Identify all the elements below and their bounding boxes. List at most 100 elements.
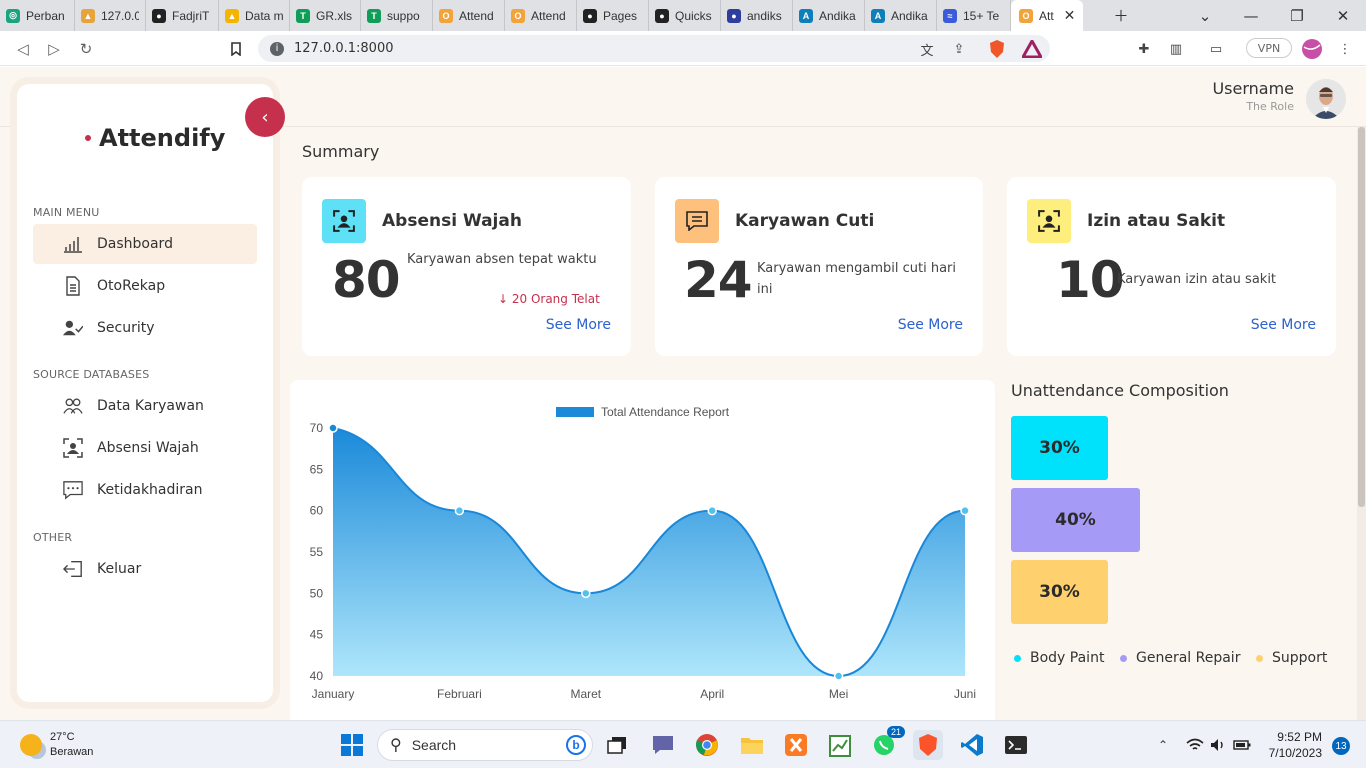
browser-tab[interactable]: ● Quicks — [649, 0, 721, 31]
whatsapp-icon[interactable]: 21 — [869, 726, 905, 760]
tab-favicon-icon: ▲ — [225, 8, 239, 23]
file-explorer-icon[interactable] — [737, 730, 767, 760]
browser-tab[interactable]: ● andiks — [721, 0, 793, 31]
sidebar-toggle-icon[interactable]: ▥ — [1164, 37, 1188, 61]
page-scrollbar[interactable] — [1357, 127, 1366, 720]
close-window-button[interactable]: ✕ — [1325, 0, 1361, 31]
brave-browser-icon[interactable] — [913, 730, 943, 760]
chrome-icon[interactable] — [692, 730, 722, 760]
unattendance-bar: 30% — [1011, 416, 1108, 480]
tab-favicon-icon: O — [511, 8, 525, 23]
wallet-icon[interactable]: ▭ — [1204, 37, 1228, 61]
browser-tab[interactable]: ● Pages — [577, 0, 649, 31]
notification-badge[interactable]: 13 — [1332, 737, 1350, 755]
avatar[interactable] — [1306, 79, 1346, 119]
brand-name: Attendify — [99, 124, 226, 152]
see-more-link[interactable]: See More — [898, 317, 963, 333]
tab-title: Attend — [531, 8, 566, 23]
vpn-button[interactable]: VPN — [1246, 38, 1292, 58]
y-tick-label: 45 — [310, 628, 324, 642]
search-placeholder: Search — [411, 737, 457, 753]
chevron-up-icon[interactable]: ⌃ — [1148, 730, 1178, 760]
x-tick-label: April — [700, 687, 724, 701]
brave-shields-icon[interactable] — [985, 37, 1009, 61]
site-info-icon[interactable]: i — [270, 41, 284, 56]
weather-desc: Berawan — [50, 746, 94, 758]
extensions-icon[interactable]: ✚ — [1132, 37, 1156, 61]
sidebar-item-data-karyawan[interactable]: Data Karyawan — [33, 386, 257, 426]
profile-icon[interactable] — [1300, 37, 1324, 61]
terminal-icon[interactable] — [1001, 730, 1031, 760]
y-tick-label: 40 — [310, 669, 324, 683]
battery-icon[interactable] — [1227, 730, 1257, 760]
browser-menu-icon[interactable]: ⋮ — [1333, 37, 1357, 61]
browser-tab-active[interactable]: O Att ✕ — [1011, 0, 1084, 31]
sidebar-item-label: Dashboard — [97, 236, 173, 252]
x-tick-label: Maret — [570, 687, 601, 701]
vscode-icon[interactable] — [957, 730, 987, 760]
tab-title: 15+ Te — [963, 8, 1000, 23]
sidebar-item-keluar[interactable]: Keluar — [33, 549, 257, 589]
browser-tab[interactable]: O Attend — [505, 0, 577, 31]
brand-logo[interactable]: Attendify — [85, 124, 225, 152]
brave-rewards-icon[interactable] — [1020, 37, 1044, 61]
browser-tab[interactable]: ≈15+ Te — [937, 0, 1011, 31]
back-icon[interactable]: ◁ — [12, 38, 34, 60]
sidebar-item-ketidakhadiran[interactable]: Ketidakhadiran — [33, 470, 257, 510]
see-more-link[interactable]: See More — [1251, 317, 1316, 333]
task-view-icon[interactable] — [602, 730, 632, 760]
sidebar-item-dashboard[interactable]: Dashboard — [33, 224, 257, 264]
close-tab-icon[interactable]: ✕ — [1064, 7, 1076, 24]
system-clock[interactable]: 9:52 PM 7/10/2023 — [1269, 729, 1322, 761]
tab-title: Attend — [459, 8, 494, 23]
attendance-area-chart: Total Attendance Report 70 65 60 55 50 45 40 Jan… — [310, 405, 976, 701]
sidebar-item-otorekap[interactable]: OtoRekap — [33, 266, 257, 306]
windows-start-icon[interactable] — [337, 730, 367, 760]
see-more-link[interactable]: See More — [546, 317, 611, 333]
translate-icon[interactable]: 文 — [915, 37, 939, 61]
weather-cloud-sun-icon — [20, 734, 42, 756]
sidebar-item-label: Data Karyawan — [97, 398, 204, 414]
xampp-icon[interactable] — [781, 730, 811, 760]
browser-tab[interactable]: ▲ 127.0.0 — [75, 0, 146, 31]
data-point — [328, 423, 338, 433]
browser-tab[interactable]: A Andika — [865, 0, 937, 31]
spreadsheet-app-icon[interactable] — [825, 730, 855, 760]
tab-search-icon[interactable]: ⌄ — [1187, 0, 1223, 31]
browser-tab[interactable]: ● FadjriT — [146, 0, 219, 31]
share-icon[interactable]: ⇪ — [947, 37, 971, 61]
tab-title: andiks — [747, 8, 782, 23]
user-role: The Role — [1246, 100, 1294, 113]
browser-tab-strip: ◎ Perban ▲ 127.0.0 ● FadjriT ▲ Data m T GR.xls Tsu… — [0, 0, 1366, 31]
new-tab-button[interactable]: ＋ — [1103, 0, 1139, 31]
card-value: 10 — [1056, 251, 1125, 309]
minimize-window-button[interactable]: — — [1233, 0, 1269, 31]
user-info[interactable]: Username The Role — [1212, 79, 1294, 113]
sidebar-item-absensi-wajah[interactable]: Absensi Wajah — [33, 428, 257, 468]
browser-tab[interactable]: Tsuppo — [361, 0, 433, 31]
forward-icon[interactable]: ▷ — [43, 38, 65, 60]
taskbar-search[interactable]: ⚲ Search b — [377, 729, 593, 761]
y-tick-label: 65 — [310, 462, 324, 476]
reload-icon[interactable]: ↻ — [75, 38, 97, 60]
unattendance-title: Unattendance Composition — [1011, 381, 1229, 400]
browser-tab[interactable]: A Andika — [793, 0, 865, 31]
restore-window-button[interactable]: ❐ — [1279, 0, 1315, 31]
browser-tab[interactable]: T GR.xls — [290, 0, 361, 31]
bar-chart-icon — [63, 234, 83, 254]
teams-chat-icon[interactable] — [648, 730, 678, 760]
scrollbar-thumb[interactable] — [1358, 127, 1365, 507]
bookmark-icon[interactable] — [225, 38, 247, 60]
browser-tab[interactable]: ◎ Perban — [0, 0, 75, 31]
weather-widget[interactable]: 27°C Berawan — [20, 730, 93, 760]
card-title: Izin atau Sakit — [1087, 211, 1226, 231]
sidebar-item-security[interactable]: Security — [33, 308, 257, 348]
legend-dot — [1256, 654, 1263, 662]
browser-tab[interactable]: ▲ Data m — [219, 0, 290, 31]
sidebar-item-label: Absensi Wajah — [97, 440, 199, 456]
tab-favicon-icon: ● — [583, 8, 597, 23]
sidebar: Attendify MAIN MENU Dashboard OtoRekap S… — [17, 84, 273, 702]
collapse-sidebar-button[interactable]: ‹ — [245, 97, 285, 137]
tab-favicon-icon: ● — [727, 8, 741, 23]
browser-tab[interactable]: O Attend — [433, 0, 505, 31]
